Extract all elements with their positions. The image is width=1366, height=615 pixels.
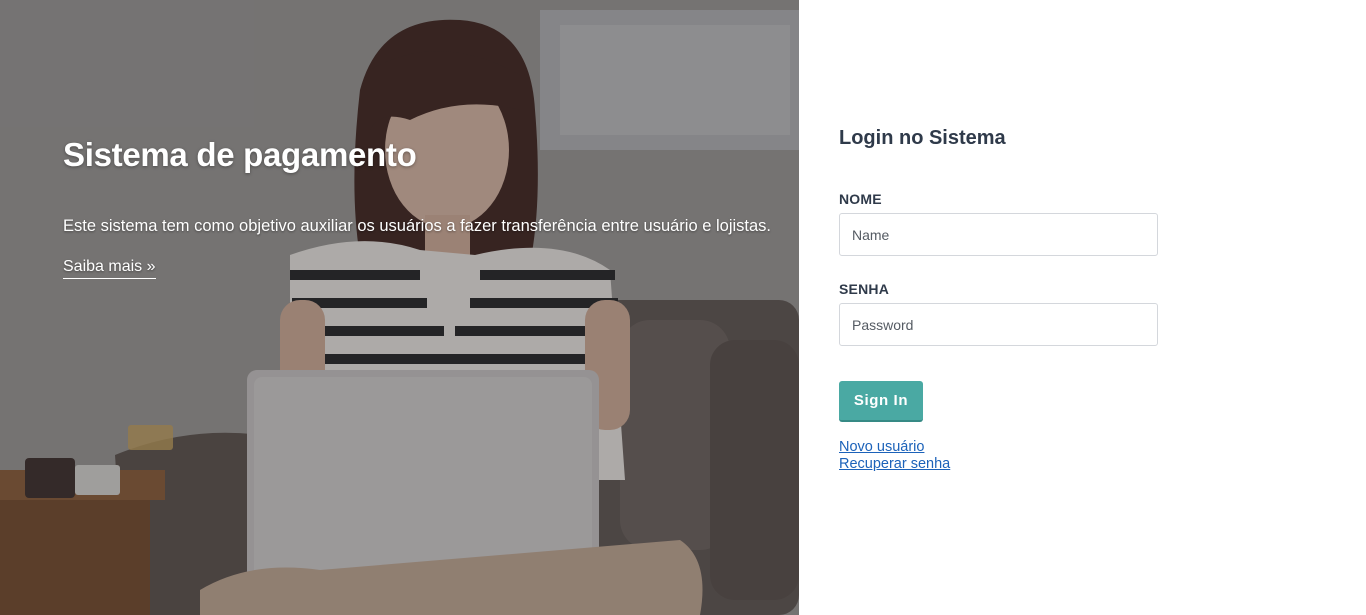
password-input[interactable] bbox=[839, 303, 1158, 346]
login-title: Login no Sistema bbox=[839, 127, 1006, 149]
hero-description: Este sistema tem como objetivo auxiliar … bbox=[63, 217, 771, 235]
learn-more-link[interactable]: Saiba mais » bbox=[63, 258, 156, 279]
password-label: SENHA bbox=[839, 281, 890, 297]
hero-title: Sistema de pagamento bbox=[63, 136, 417, 173]
hero-panel: Sistema de pagamento Este sistema tem co… bbox=[0, 0, 799, 615]
sign-in-button[interactable]: Sign In bbox=[839, 381, 923, 422]
login-panel: Login no Sistema NOME SENHA Sign In Novo… bbox=[799, 0, 1366, 615]
name-label: NOME bbox=[839, 191, 882, 207]
hero-overlay bbox=[0, 0, 799, 615]
new-user-link[interactable]: Novo usuário bbox=[839, 439, 924, 455]
name-input[interactable] bbox=[839, 213, 1158, 256]
recover-password-link[interactable]: Recuperar senha bbox=[839, 456, 950, 472]
